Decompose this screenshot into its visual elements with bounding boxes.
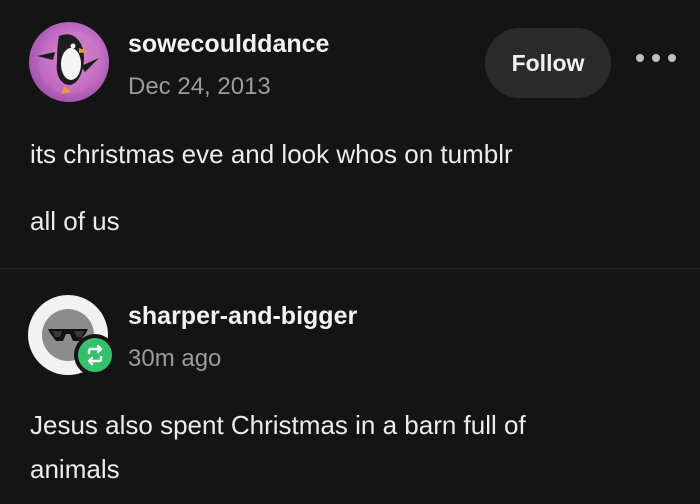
reblog-badge <box>74 334 116 376</box>
reblog-arrows-icon <box>87 344 103 366</box>
reblog-time[interactable]: 30m ago <box>128 345 221 373</box>
dot-icon <box>636 54 644 62</box>
post-body-line: all of us <box>30 206 120 236</box>
post-date[interactable]: Dec 24, 2013 <box>128 73 271 101</box>
post-username[interactable]: sowecoulddance <box>128 30 329 59</box>
reblog-username[interactable]: sharper-and-bigger <box>128 302 357 331</box>
original-post: sowecoulddance Dec 24, 2013 Follow its c… <box>0 0 700 268</box>
reblog-body-line: Jesus also spent Christmas in a barn ful… <box>30 410 526 440</box>
reblog-body-line: animals <box>30 454 120 484</box>
post-body-line: its christmas eve and look whos on tumbl… <box>30 139 513 169</box>
follow-button[interactable]: Follow <box>485 28 611 98</box>
more-dots-icon[interactable] <box>636 46 676 70</box>
penguin-icon <box>37 34 99 94</box>
dot-icon <box>652 54 660 62</box>
dot-icon <box>668 54 676 62</box>
penguin-avatar[interactable] <box>29 22 109 102</box>
reblog-post: sharper-and-bigger 30m ago Jesus also sp… <box>0 269 700 504</box>
reblog-icon <box>78 338 112 372</box>
